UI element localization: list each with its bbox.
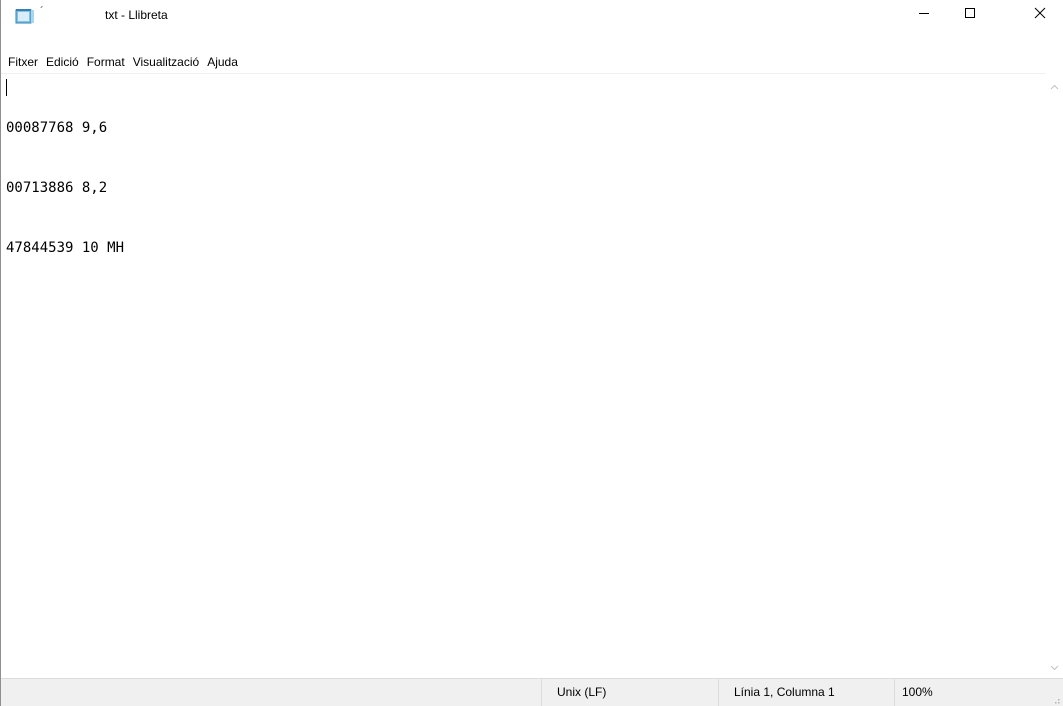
scroll-down-button[interactable] [1046, 658, 1063, 675]
vertical-scrollbar[interactable] [1046, 73, 1063, 677]
maximize-button[interactable] [947, 0, 993, 30]
maximize-icon [964, 6, 976, 24]
text-editor[interactable]: 00087768 9,6 00713886 8,2 47844539 10 MH [1, 73, 1046, 678]
close-icon [1034, 6, 1046, 24]
status-bar: Unix (LF) Línia 1, Columna 1 100% [1, 678, 1063, 706]
menu-edit[interactable]: Edició [42, 52, 83, 72]
chevron-up-icon [1050, 77, 1059, 95]
scroll-up-button[interactable] [1046, 77, 1063, 94]
resize-grip-icon[interactable] [1049, 692, 1061, 704]
notepad-icon[interactable] [15, 8, 35, 24]
notepad-window: ´ txt - Llibreta Fitxer Edició Format Vi… [0, 0, 1063, 706]
status-cursor-position: Línia 1, Columna 1 [718, 679, 894, 706]
text-caret [6, 79, 7, 96]
text-line[interactable]: 47844539 10 MH [6, 238, 124, 258]
menu-bar: Fitxer Edició Format Visualització Ajuda [1, 51, 1063, 73]
menu-view[interactable]: Visualització [129, 52, 203, 72]
close-button[interactable] [1017, 0, 1063, 30]
text-line[interactable]: 00087768 9,6 [6, 118, 124, 138]
title-mark: ´ [40, 4, 44, 18]
editor-content[interactable]: 00087768 9,6 00713886 8,2 47844539 10 MH [6, 78, 124, 298]
menu-file[interactable]: Fitxer [1, 52, 42, 72]
status-line-ending: Unix (LF) [541, 679, 718, 706]
minimize-icon [918, 6, 930, 24]
text-line[interactable]: 00713886 8,2 [6, 178, 124, 198]
chevron-down-icon [1050, 658, 1059, 676]
status-zoom: 100% [894, 679, 1046, 706]
title-bar[interactable]: ´ txt - Llibreta [1, 0, 1063, 30]
menu-help[interactable]: Ajuda [203, 52, 242, 72]
window-title: txt - Llibreta [105, 8, 168, 22]
minimize-button[interactable] [901, 0, 947, 30]
menu-format[interactable]: Format [83, 52, 129, 72]
